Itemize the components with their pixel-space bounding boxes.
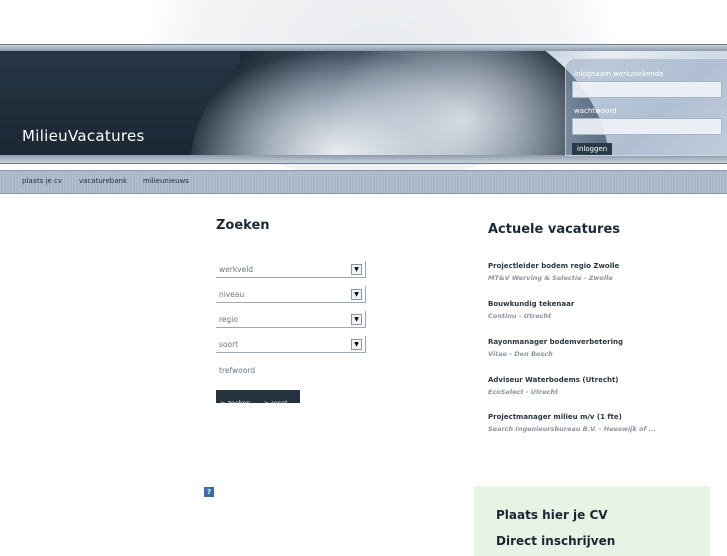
help-icon[interactable]: ? xyxy=(204,487,214,497)
vacancy-company: MT&V Werving & Selectie - Zwolle xyxy=(488,274,613,282)
select-value: regio xyxy=(219,315,238,324)
password-input[interactable] xyxy=(572,118,722,135)
niveau-select[interactable]: niveau ▼ xyxy=(216,286,366,303)
nav-item-plaats-je-cv[interactable]: plaats je cv xyxy=(22,177,62,185)
main-nav: plaats je cv vacaturebank milieunieuws xyxy=(0,170,727,194)
select-value: werkveld xyxy=(219,265,254,274)
dropdown-arrow-icon: ▼ xyxy=(351,264,362,275)
dropdown-arrow-icon: ▼ xyxy=(351,314,362,325)
banner-top-stripe xyxy=(0,45,727,51)
username-label: inlognaam werkzoekende xyxy=(574,70,664,78)
vacancies-title: Actuele vacatures xyxy=(488,222,621,237)
vacancy-title[interactable]: Bouwkundig tekenaar xyxy=(488,300,574,308)
login-button[interactable]: inloggen xyxy=(572,143,613,155)
vacancy-company: EcoSelect - Utrecht xyxy=(488,388,559,396)
reset-button[interactable]: > reset xyxy=(264,399,288,407)
dropdown-arrow-icon: ▼ xyxy=(351,339,362,350)
site-logo[interactable]: MilieuVacatures xyxy=(22,127,145,145)
vacancy-title[interactable]: Projectmanager milieu m/v (1 fte) xyxy=(488,413,656,421)
vacancy-item[interactable]: Projectleider bodem regio Zwolle MT&V We… xyxy=(488,262,619,282)
login-panel: inlognaam werkzoekende wachtwoord inlogg… xyxy=(565,58,727,156)
werkveld-select[interactable]: werkveld ▼ xyxy=(216,261,366,278)
nav-item-vacaturebank[interactable]: vacaturebank xyxy=(79,177,127,185)
regio-select[interactable]: regio ▼ xyxy=(216,311,366,328)
keyword-input[interactable] xyxy=(216,362,365,378)
banner-bottom-stripe xyxy=(0,155,727,163)
vacancy-company: Search Ingenieursbureau B.V. - Heeswijk … xyxy=(488,425,656,433)
vacancy-item[interactable]: Projectmanager milieu m/v (1 fte) Search… xyxy=(488,413,656,433)
vacancy-title[interactable]: Rayonmanager bodemverbetering xyxy=(488,338,623,346)
vacancy-company: Continu - Utrecht xyxy=(488,312,552,320)
select-value: soort xyxy=(219,340,239,349)
cv-promo-box[interactable]: Plaats hier je CV Direct inschrijven xyxy=(474,486,710,556)
vacancy-company: Vitae - Den Bosch xyxy=(488,350,553,358)
search-buttons: > zoeken > reset xyxy=(216,390,300,407)
cv-promo-line1[interactable]: Plaats hier je CV xyxy=(496,508,608,522)
vacancy-title[interactable]: Projectleider bodem regio Zwolle xyxy=(488,262,619,270)
vacancy-item[interactable]: Bouwkundig tekenaar Continu - Utrecht xyxy=(488,300,574,320)
cv-promo-line2[interactable]: Direct inschrijven xyxy=(496,534,615,548)
select-value: niveau xyxy=(219,290,245,299)
dropdown-arrow-icon: ▼ xyxy=(351,289,362,300)
search-button[interactable]: > zoeken xyxy=(220,399,251,407)
vacancy-item[interactable]: Adviseur Waterbodems (Utrecht) EcoSelect… xyxy=(488,376,619,396)
earth-globe-image xyxy=(190,45,610,163)
nav-item-milieunieuws[interactable]: milieunieuws xyxy=(143,177,189,185)
vacancy-item[interactable]: Rayonmanager bodemverbetering Vitae - De… xyxy=(488,338,623,358)
vacancy-title[interactable]: Adviseur Waterbodems (Utrecht) xyxy=(488,376,619,384)
password-label: wachtwoord xyxy=(574,107,617,115)
soort-select[interactable]: soort ▼ xyxy=(216,336,366,353)
search-title: Zoeken xyxy=(216,218,270,233)
username-input[interactable] xyxy=(572,81,722,98)
